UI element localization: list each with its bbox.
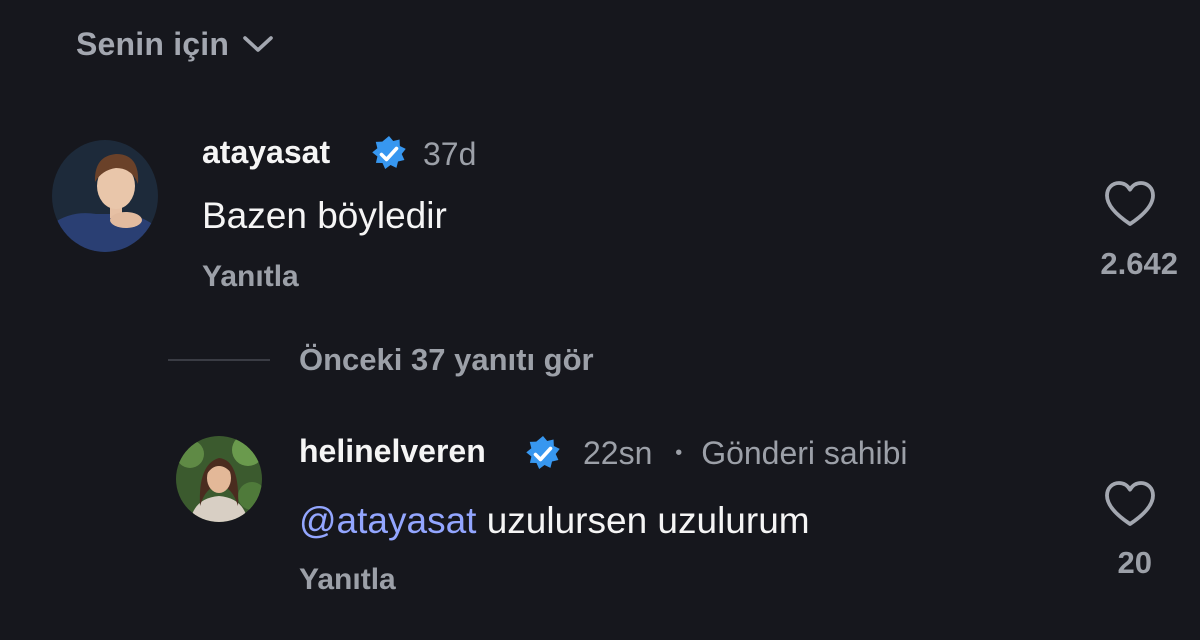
mention-link[interactable]: @atayasat <box>299 500 476 541</box>
thread-divider <box>168 359 270 361</box>
sort-dropdown[interactable]: Senin için <box>76 22 275 66</box>
comment-text: Bazen böyledir <box>202 195 447 237</box>
reply-username[interactable]: helinelveren <box>299 433 486 470</box>
meta-separator: • <box>675 442 683 464</box>
like-count: 2.642 <box>1100 246 1178 281</box>
reply-body: uzulursen uzulurum <box>476 500 810 541</box>
avatar[interactable] <box>176 436 262 522</box>
reply-text: @atayasat uzulursen uzulurum <box>299 500 810 542</box>
comment-body: Bazen böyledir <box>202 195 447 236</box>
comment-time: 37d <box>423 136 477 172</box>
author-tag: Gönderi sahibi <box>701 435 908 471</box>
chevron-down-icon <box>241 33 275 55</box>
verified-badge-icon <box>523 434 563 474</box>
avatar[interactable] <box>52 140 158 252</box>
reply-button[interactable]: Yanıtla <box>202 260 299 294</box>
reply-meta: 22sn • Gönderi sahibi <box>583 435 908 472</box>
sort-label: Senin için <box>76 25 230 62</box>
reply-button[interactable]: Yanıtla <box>299 563 396 597</box>
comment-username[interactable]: atayasat <box>202 134 330 171</box>
like-count: 20 <box>1117 545 1152 580</box>
like-heart-icon[interactable] <box>1104 180 1156 228</box>
view-previous-replies-button[interactable]: Önceki 37 yanıtı gör <box>299 342 594 378</box>
verified-badge-icon <box>369 134 409 174</box>
reply-time: 22sn <box>583 435 653 471</box>
like-heart-icon[interactable] <box>1104 480 1156 528</box>
